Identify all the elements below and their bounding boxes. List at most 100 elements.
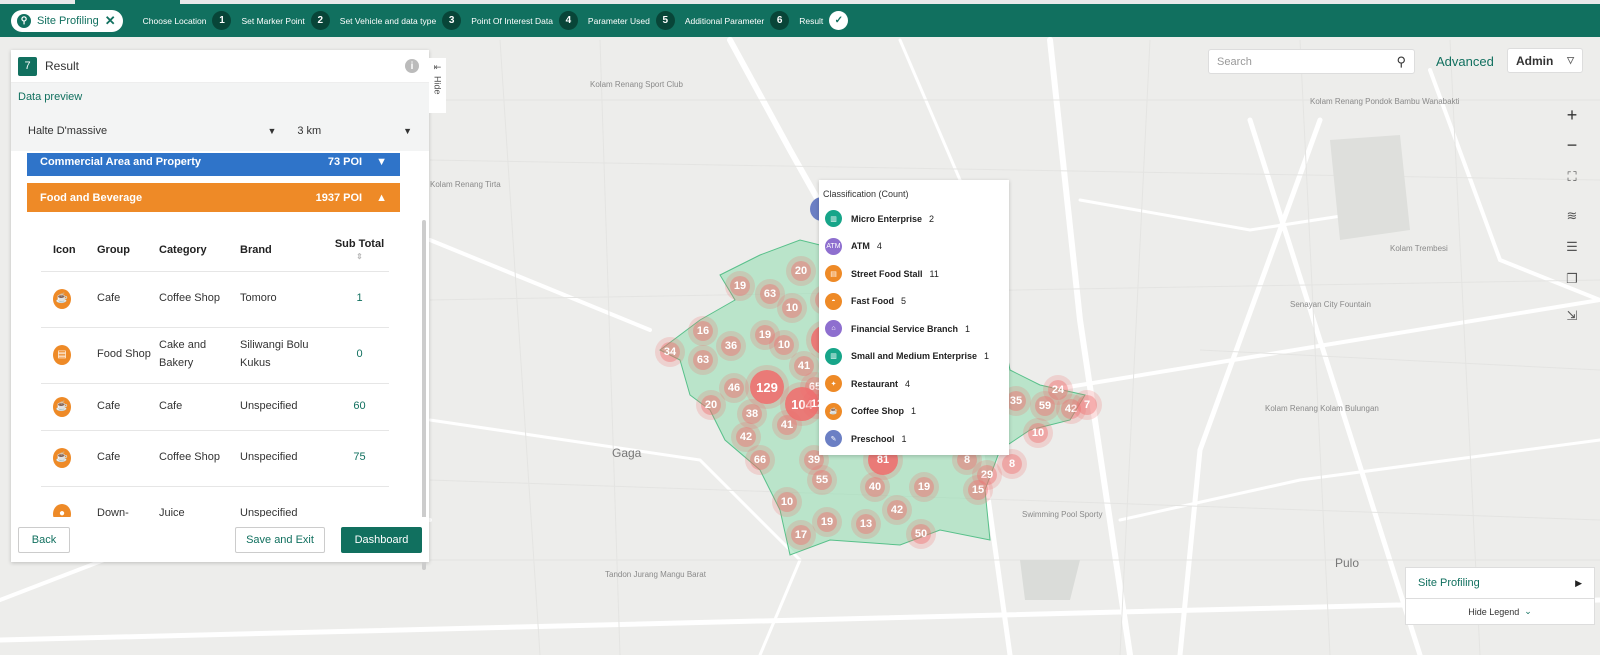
map-place-label: Tandon Jurang Mangu Barat — [605, 570, 706, 579]
poi-cluster-marker[interactable]: 10 — [777, 492, 797, 512]
table-cell-subtotal[interactable] — [330, 485, 389, 517]
poi-cluster-marker[interactable]: 42 — [887, 500, 907, 520]
step-parameter-used[interactable]: Parameter Used 5 — [588, 11, 675, 30]
filter-sliders-icon[interactable]: ☰ — [1557, 232, 1587, 262]
site-profiling-label: Site Profiling — [37, 14, 99, 27]
table-cell-group: Cafe — [97, 429, 159, 486]
poi-cluster-marker[interactable]: 10 — [1028, 423, 1048, 443]
poi-cluster-marker[interactable]: 7 — [1077, 395, 1097, 415]
poi-cluster-marker[interactable]: 15 — [968, 480, 988, 500]
poi-cluster-marker[interactable]: 34 — [660, 342, 680, 362]
classification-popup: Classification (Count) ▥ Micro Enterprise… — [819, 180, 1009, 455]
map-place-label: Gaga — [612, 446, 642, 460]
poi-cluster-marker[interactable]: 19 — [730, 276, 750, 296]
advanced-link[interactable]: Advanced — [1436, 54, 1494, 69]
step-number: 4 — [558, 11, 578, 30]
poi-cluster-marker[interactable]: 10 — [782, 298, 802, 318]
step-additional-parameter[interactable]: Additional Parameter 6 — [685, 11, 790, 30]
data-preview-label: Data preview — [11, 83, 429, 111]
classification-item[interactable]: ▤ Street Food Stall 11 — [823, 260, 1005, 288]
table-cell-brand: Tomoro — [240, 270, 330, 327]
poi-cluster-marker[interactable]: 50 — [911, 524, 931, 544]
step-set-marker-point[interactable]: Set Marker Point 2 — [241, 11, 330, 30]
layers-icon[interactable]: ≋ — [1557, 201, 1587, 231]
classification-item[interactable]: ✦ Restaurant 4 — [823, 370, 1005, 398]
back-button[interactable]: Back — [18, 526, 70, 553]
search-icon[interactable]: ⚲ — [1396, 54, 1406, 70]
table-cell-group: Cafe — [97, 382, 159, 430]
results-scroll-area[interactable]: Commercial Area and Property 73 POI ▼ Foo… — [11, 153, 429, 517]
admin-dropdown[interactable]: Admin ▽ — [1507, 48, 1583, 73]
poi-cluster-marker[interactable]: 59 — [1035, 396, 1055, 416]
classification-item[interactable]: ☕ Coffee Shop 1 — [823, 398, 1005, 426]
classification-item[interactable]: ▥ Micro Enterprise 2 — [823, 205, 1005, 233]
classification-item[interactable]: ⌂ Financial Service Branch 1 — [823, 315, 1005, 343]
stall-icon: ▤ — [825, 265, 842, 283]
location-select[interactable]: Halte D'massive ▼ — [28, 125, 276, 137]
site-profiling-pill[interactable]: ⚲ Site Profiling ✕ — [11, 9, 123, 32]
classification-item[interactable]: ✎ Preschool 1 — [823, 425, 1005, 453]
table-cell-brand: Unspecified — [240, 485, 330, 517]
poi-cluster-marker[interactable]: 35 — [1006, 391, 1026, 411]
poi-cluster-marker[interactable]: 40 — [865, 477, 885, 497]
sort-icon[interactable]: ⇕ — [356, 252, 363, 261]
poi-cluster-marker[interactable]: 63 — [693, 350, 713, 370]
poi-cluster-marker[interactable]: 20 — [791, 261, 811, 281]
info-icon[interactable]: i — [405, 59, 419, 73]
step-set-vehicle[interactable]: Set Vehicle and data type 3 — [340, 11, 462, 30]
zoom-out-button[interactable]: − — [1557, 130, 1587, 160]
table-cell-subtotal[interactable]: 60 — [330, 382, 389, 430]
classification-count: 4 — [876, 241, 882, 252]
step-choose-location[interactable]: Choose Location 1 — [143, 11, 232, 30]
category-commercial-area[interactable]: Commercial Area and Property 73 POI ▼ — [27, 153, 400, 176]
search-input[interactable]: Search — [1217, 56, 1396, 68]
poi-cluster-marker[interactable]: 19 — [914, 477, 934, 497]
poi-cluster-marker[interactable]: 63 — [760, 284, 780, 304]
search-box[interactable]: Search ⚲ — [1208, 49, 1415, 74]
hide-panel-tab[interactable]: ⇤ Hide — [429, 58, 446, 113]
classification-item[interactable]: ▥ Small and Medium Enterprise 1 — [823, 343, 1005, 371]
poi-cluster-marker[interactable]: 129 — [750, 370, 784, 404]
table-cell-subtotal[interactable]: 75 — [330, 429, 389, 486]
step-poi-data[interactable]: Point Of Interest Data 4 — [471, 11, 578, 30]
poi-cluster-marker[interactable]: 13 — [856, 514, 876, 534]
step-result[interactable]: Result ✓ — [799, 11, 849, 30]
poi-cluster-marker[interactable]: 36 — [721, 336, 741, 356]
radius-select-value: 3 km — [297, 125, 322, 137]
classification-item[interactable]: ATM ATM 4 — [823, 233, 1005, 261]
poi-cluster-marker[interactable]: 42 — [736, 427, 756, 447]
poi-cluster-marker[interactable]: 10 — [774, 335, 794, 355]
poi-cluster-marker[interactable]: 38 — [742, 404, 762, 424]
copy-icon[interactable]: ❐ — [1557, 264, 1587, 294]
classification-count: 1 — [965, 323, 971, 334]
poi-cluster-marker[interactable]: 20 — [701, 395, 721, 415]
poi-cluster-marker[interactable]: 41 — [794, 356, 814, 376]
table-row: ☕ Cafe Coffee Shop Unspecified 75 — [41, 429, 389, 486]
save-exit-button[interactable]: Save and Exit — [235, 526, 325, 553]
poi-cluster-marker[interactable]: 17 — [791, 525, 811, 545]
poi-cluster-marker[interactable]: 55 — [812, 470, 832, 490]
poi-cluster-marker[interactable]: 66 — [750, 450, 770, 470]
hide-legend-button[interactable]: Hide Legend ⌄ — [1406, 599, 1594, 624]
legend-site-profiling[interactable]: Site Profiling ▶ — [1406, 568, 1594, 599]
dashboard-button[interactable]: Dashboard — [341, 526, 422, 553]
zoom-in-button[interactable]: + — [1557, 100, 1587, 130]
poi-cluster-marker[interactable]: 41 — [777, 415, 797, 435]
table-cell-category: Cake and Bakery — [159, 326, 240, 383]
column-header-subtotal[interactable]: Sub Total ⇕ — [330, 229, 389, 271]
fullscreen-icon[interactable]: ⛶ — [1557, 162, 1587, 192]
table-cell-subtotal[interactable]: 1 — [330, 270, 389, 327]
classification-name: Preschool — [851, 433, 895, 444]
classification-item[interactable]: ◓ Fast Food 5 — [823, 288, 1005, 316]
caret-down-icon: ▼ — [376, 155, 387, 168]
poi-cluster-marker[interactable]: 8 — [1002, 454, 1022, 474]
close-icon[interactable]: ✕ — [105, 13, 116, 29]
radius-select[interactable]: 3 km ▼ — [297, 125, 412, 137]
poi-cluster-marker[interactable]: 19 — [755, 325, 775, 345]
poi-cluster-marker[interactable]: 46 — [724, 378, 744, 398]
category-food-beverage[interactable]: Food and Beverage 1937 POI ▲ — [27, 183, 400, 212]
table-cell-subtotal[interactable]: 0 — [330, 326, 389, 383]
export-icon[interactable]: ⇲ — [1557, 301, 1587, 331]
poi-cluster-marker[interactable]: 19 — [817, 512, 837, 532]
poi-cluster-marker[interactable]: 16 — [693, 321, 713, 341]
